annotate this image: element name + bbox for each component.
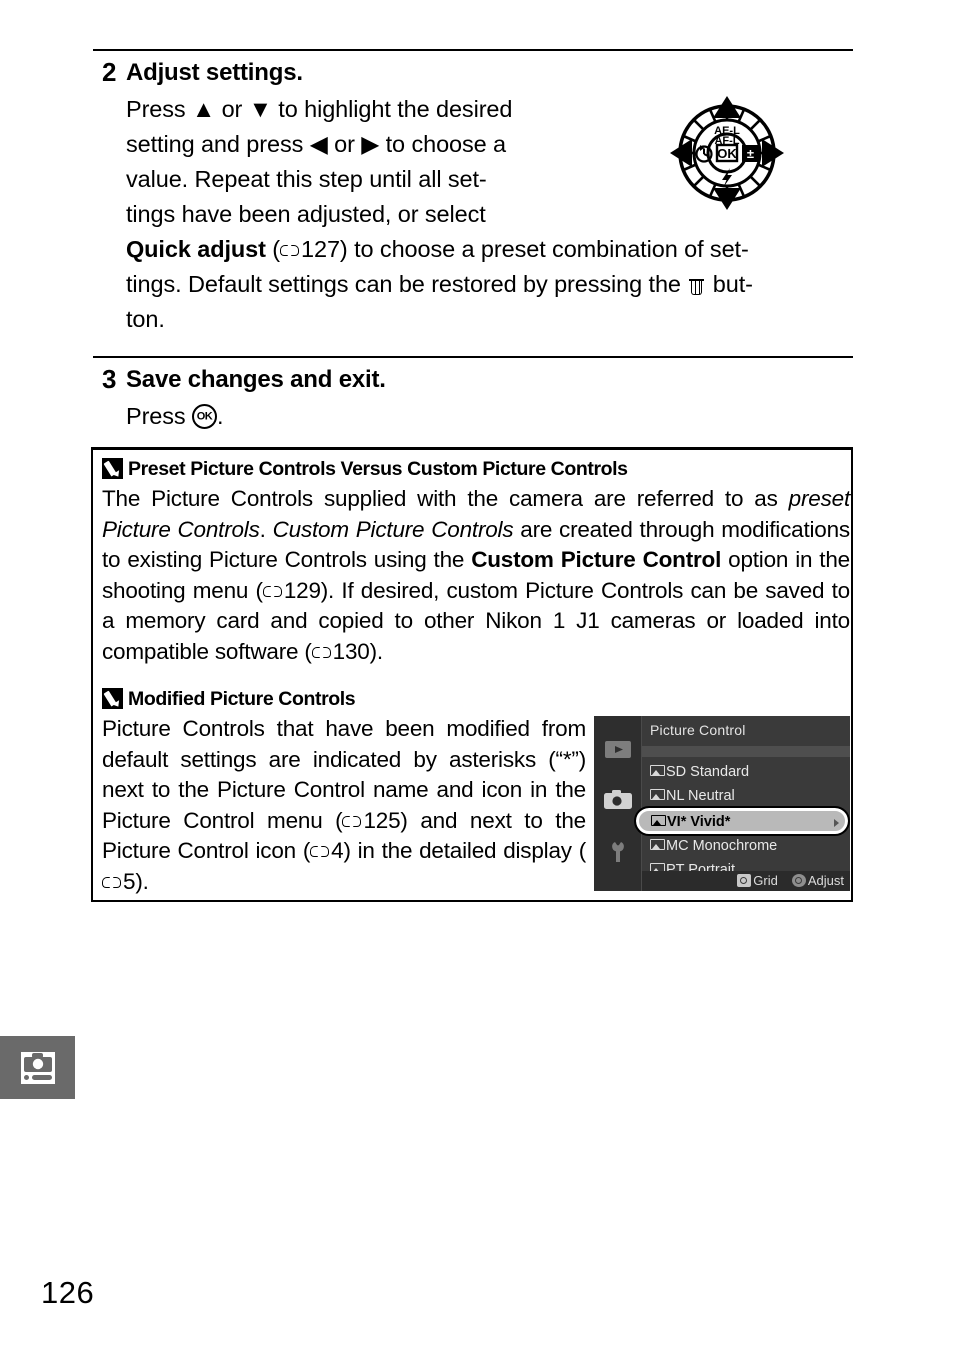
- picture-control-label: Neutral: [688, 788, 735, 804]
- step-2-tail-2b: but-: [706, 271, 753, 297]
- note-text-run: ).: [135, 868, 149, 894]
- chevron-right-icon: [834, 819, 839, 827]
- picture-control-label: Standard: [690, 764, 750, 780]
- picture-control-item[interactable]: VI* Vivid*: [634, 806, 850, 836]
- ok-button-icon: [192, 404, 217, 429]
- picture-control-code: SD: [666, 764, 691, 780]
- quick-adjust-label: Quick adjust: [126, 236, 266, 262]
- page-reference: 129: [283, 577, 321, 603]
- pencil-note-icon: [102, 458, 123, 479]
- note-1-body: The Picture Controls supplied with the c…: [102, 484, 850, 667]
- book-icon: [310, 845, 330, 859]
- lcd-sidebar: [594, 716, 642, 891]
- svg-text:±: ±: [747, 146, 754, 161]
- lcd-title: Picture Control: [650, 722, 746, 738]
- exposure-compensation-icon: ±: [742, 145, 759, 162]
- note-2-body: Picture Controls that have been modified…: [102, 714, 586, 897]
- lcd-footer-grid-label: Grid: [753, 873, 778, 888]
- notes-container: Preset Picture Controls Versus Custom Pi…: [91, 447, 853, 902]
- delete-button-icon: [689, 276, 705, 295]
- picture-control-icon: [650, 839, 665, 850]
- step-2-line-2: setting and press ◀ or ▶ to choose a: [126, 131, 507, 157]
- shooting-menu-camera-icon: [20, 1051, 55, 1084]
- picture-control-icon: [651, 815, 666, 826]
- step-2-default-settings-line: tings. Default settings can be restored …: [126, 267, 854, 302]
- page-number: 126: [41, 1275, 95, 1310]
- step-3-press-label: Press: [126, 403, 192, 429]
- picture-control-code: NL: [666, 788, 689, 804]
- picture-control-list: SD Standard NL Neutral VI* Vivid* MC Monoch…: [634, 760, 850, 882]
- picture-control-label: Vivid*: [690, 814, 731, 830]
- lcd-footer-adjust-label: Adjust: [807, 873, 844, 888]
- grid-button-icon: [737, 874, 752, 887]
- book-icon: [280, 244, 299, 258]
- picture-control-code: MC: [666, 838, 693, 854]
- step-2-number: 2: [102, 57, 117, 87]
- step-2-tail-3: ton.: [126, 306, 165, 332]
- chapter-side-tab: [0, 1036, 75, 1099]
- page-reference: 125: [363, 807, 401, 833]
- picture-control-label: Monochrome: [692, 838, 778, 854]
- picture-control-code: VI*: [667, 814, 691, 830]
- step-2-line-1: Press ▲ or ▼ to highlight the desired: [126, 96, 513, 122]
- note-text-run: .: [259, 516, 273, 542]
- step-2-tail-1: to choose a preset combination of set-: [347, 236, 749, 262]
- step-3-body: Press .: [126, 399, 606, 434]
- svg-text:OK: OK: [717, 146, 737, 161]
- shooting-menu-icon[interactable]: [603, 788, 633, 812]
- book-icon: [102, 876, 121, 890]
- picture-control-item[interactable]: NL Neutral: [642, 784, 850, 808]
- note-text-run: The Picture Controls supplied with the c…: [102, 486, 789, 511]
- quick-adjust-ref: 127: [301, 236, 340, 262]
- step-2-body-narrow: Press ▲ or ▼ to highlight the desired se…: [126, 92, 606, 232]
- lcd-footer: Grid Adjust: [642, 871, 850, 891]
- book-icon: [262, 585, 282, 599]
- note-2-heading: Modified Picture Controls: [102, 688, 356, 710]
- note-1-heading-text: Preset Picture Controls Versus Custom Pi…: [128, 458, 628, 480]
- book-icon: [342, 815, 362, 829]
- step-3-title: Save changes and exit.: [126, 366, 386, 393]
- camera-lcd-screenshot: Picture Control SD Standard NL Neutral VI*…: [594, 716, 850, 891]
- book-icon: [311, 646, 331, 660]
- step-2-line-4: tings have been adjusted, or select: [126, 201, 486, 227]
- playback-icon[interactable]: [603, 738, 633, 762]
- note-2-heading-text: Modified Picture Controls: [128, 688, 356, 710]
- step-3-press-suffix: .: [217, 403, 224, 429]
- note-1-heading: Preset Picture Controls Versus Custom Pi…: [102, 458, 628, 480]
- adjust-dial-icon: [791, 874, 806, 887]
- step-2-title: Adjust settings.: [126, 59, 303, 86]
- page-reference: 5: [123, 868, 136, 894]
- note-text-run: ) in the detailed display (: [343, 838, 586, 863]
- page-reference: 130: [332, 638, 370, 664]
- multi-selector-diagram: OK AE-L AF-L ±: [664, 88, 790, 218]
- picture-control-icon: [650, 789, 665, 800]
- picture-control-icon: [650, 765, 665, 776]
- step-2-line-3: value. Repeat this step until all set-: [126, 166, 487, 192]
- picture-control-item[interactable]: SD Standard: [642, 760, 850, 784]
- lcd-title-divider: [642, 746, 850, 757]
- pencil-note-icon: [102, 688, 123, 709]
- note-text-run: Custom Picture Control: [471, 547, 722, 572]
- setup-menu-icon[interactable]: [603, 840, 633, 864]
- rule-above-step-2: [93, 49, 853, 51]
- svg-text:AF-L: AF-L: [714, 135, 739, 147]
- step-3-number: 3: [102, 364, 117, 394]
- step-2-body-wide: Quick adjust (127) to choose a preset co…: [126, 232, 854, 337]
- step-2-tail-2a: tings. Default settings can be restored …: [126, 271, 688, 297]
- picture-control-item[interactable]: MC Monochrome: [642, 834, 850, 858]
- page-reference: 4: [331, 838, 344, 863]
- rule-above-step-3: [93, 356, 853, 358]
- note-text-run: ).: [369, 638, 384, 664]
- step-2-quick-adjust-line: Quick adjust (127) to choose a preset co…: [126, 236, 749, 262]
- note-text-run: Custom Picture Controls: [272, 516, 514, 542]
